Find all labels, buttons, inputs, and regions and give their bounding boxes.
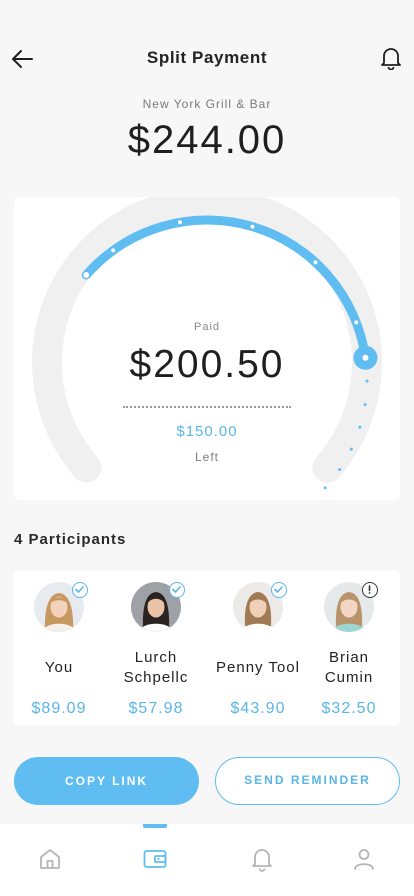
check-icon bbox=[169, 582, 185, 598]
gauge-start-dot bbox=[83, 272, 90, 279]
left-amount: $150.00 bbox=[176, 423, 238, 440]
paid-amount: $200.50 bbox=[129, 343, 285, 386]
tab-wallet[interactable] bbox=[142, 846, 168, 872]
gauge-dot bbox=[313, 260, 318, 265]
participant-amount: $32.50 bbox=[321, 700, 377, 717]
participant-penny[interactable]: Penny Tool $43.90 bbox=[210, 582, 306, 718]
participant-amount: $89.09 bbox=[31, 700, 87, 717]
gauge-dot bbox=[250, 224, 255, 229]
participant-lurch[interactable]: Lurch Schpellc $57.98 bbox=[108, 582, 204, 718]
gauge-dot bbox=[363, 402, 367, 406]
gauge-dot bbox=[323, 486, 327, 490]
bill-total: $244.00 bbox=[127, 118, 287, 162]
tab-home[interactable] bbox=[37, 846, 63, 872]
dotted-divider bbox=[123, 406, 291, 408]
participants-card: You $89.09 Lurch Schpellc $57.98 Penny T… bbox=[14, 570, 400, 726]
active-tab-indicator bbox=[143, 824, 167, 828]
tab-notifications[interactable] bbox=[249, 846, 275, 872]
notifications-button[interactable] bbox=[380, 46, 402, 71]
participant-amount: $57.98 bbox=[128, 700, 184, 717]
paid-label: Paid bbox=[193, 321, 221, 333]
exclamation-icon bbox=[362, 582, 378, 598]
home-icon bbox=[40, 849, 60, 869]
bottom-tab-bar bbox=[0, 824, 414, 896]
wallet-icon bbox=[143, 850, 167, 868]
check-icon bbox=[72, 582, 88, 598]
restaurant-name: New York Grill & Bar bbox=[142, 97, 272, 111]
participant-name: Penny Tool bbox=[216, 659, 300, 676]
copy-link-button[interactable]: COPY LINK bbox=[14, 757, 199, 805]
payment-gauge-card: Paid $200.50 $150.00 Left bbox=[14, 197, 400, 500]
user-icon bbox=[354, 849, 374, 870]
participant-name: Brian Cumin bbox=[324, 649, 374, 686]
participants-heading: 4 Participants bbox=[14, 531, 127, 548]
participant-amount: $43.90 bbox=[230, 700, 286, 717]
bell-icon bbox=[381, 48, 401, 71]
gauge-dot bbox=[178, 220, 183, 225]
left-label: Left bbox=[194, 450, 219, 464]
gauge-dot bbox=[111, 248, 116, 253]
page-title: Split Payment bbox=[146, 48, 268, 67]
gauge-dot bbox=[338, 467, 342, 471]
participant-you[interactable]: You $89.09 bbox=[11, 582, 107, 718]
tab-profile[interactable] bbox=[351, 846, 377, 872]
participant-name: You bbox=[44, 659, 74, 676]
send-reminder-button[interactable]: SEND REMINDER bbox=[215, 757, 400, 805]
header: Split Payment bbox=[0, 36, 414, 80]
check-icon bbox=[271, 582, 287, 598]
participant-brian[interactable]: Brian Cumin $32.50 bbox=[301, 582, 397, 718]
participant-name: Lurch Schpellc bbox=[123, 649, 189, 686]
bell-icon bbox=[252, 849, 272, 872]
